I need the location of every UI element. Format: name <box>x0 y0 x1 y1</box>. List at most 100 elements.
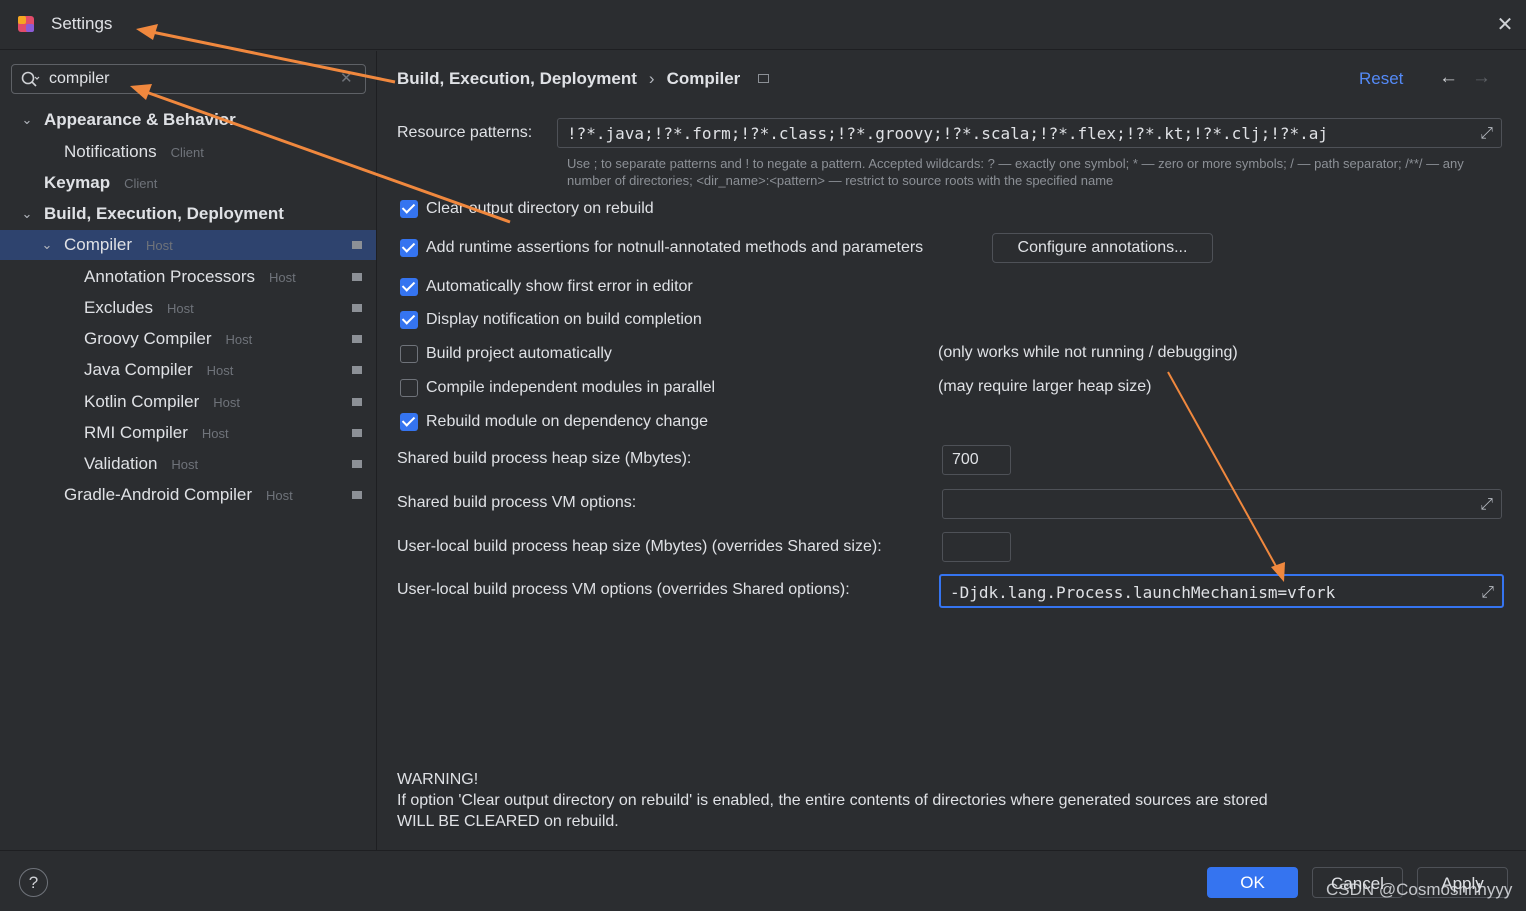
reset-link[interactable]: Reset <box>1359 69 1403 89</box>
warning-title: WARNING! <box>397 771 479 788</box>
project-scope-icon <box>352 398 362 406</box>
breadcrumb-parent[interactable]: Build, Execution, Deployment <box>397 69 637 88</box>
warning-line: If option 'Clear output directory on reb… <box>397 792 1268 809</box>
checkbox-build-auto[interactable] <box>400 345 418 363</box>
checkbox-label: Build project automatically <box>426 345 612 362</box>
project-scope-icon <box>758 74 770 83</box>
resource-patterns-field[interactable]: !?*.java;!?*.form;!?*.class;!?*.groovy;!… <box>557 118 1502 148</box>
sidebar-item-label: Java Compiler <box>84 360 193 379</box>
search-icon <box>21 71 40 87</box>
sidebar-item-gradle-android-compiler[interactable]: Gradle-Android Compiler Host <box>0 480 376 510</box>
checkbox-clear-output[interactable] <box>400 200 418 218</box>
checkbox-notify-build[interactable] <box>400 311 418 329</box>
project-scope-icon <box>352 429 362 437</box>
parallel-note: (may require larger heap size) <box>938 378 1152 395</box>
user-heap-label: User-local build process heap size (Mbyt… <box>397 538 882 555</box>
title-bar: Settings ✕ <box>0 0 1526 50</box>
heap-size-value: 700 <box>952 451 979 468</box>
settings-dialog: Settings ✕ compiler ✕ ⌄ Appearance & Beh… <box>0 0 1526 911</box>
back-arrow-icon[interactable]: ← <box>1439 67 1458 89</box>
breadcrumb-separator: › <box>648 69 655 88</box>
user-heap-field[interactable] <box>942 532 1011 562</box>
forward-arrow-icon[interactable]: → <box>1472 67 1491 89</box>
project-scope-icon <box>352 460 362 468</box>
search-input[interactable]: compiler ✕ <box>11 64 366 94</box>
project-scope-icon <box>352 273 362 281</box>
scope-tag: Client <box>170 145 204 160</box>
sidebar-item-label: Compiler <box>64 235 133 254</box>
chevron-down-icon[interactable]: ⌄ <box>40 230 54 260</box>
search-value: compiler <box>49 70 110 87</box>
sidebar-item-kotlin-compiler[interactable]: Kotlin Compiler Host <box>0 387 376 417</box>
sidebar-item-keymap[interactable]: Keymap Client <box>0 168 376 198</box>
user-vm-options-value: -Djdk.lang.Process.launchMechanism=vfork <box>950 583 1336 602</box>
clear-search-icon[interactable]: ✕ <box>340 69 353 87</box>
checkbox-label: Add runtime assertions for notnull-annot… <box>426 239 924 256</box>
sidebar-item-appearance-behavior[interactable]: ⌄ Appearance & Behavior <box>0 105 376 135</box>
help-icon[interactable]: ? <box>19 868 48 897</box>
checkbox-label: Automatically show first error in editor <box>426 278 693 295</box>
sidebar-item-label: Appearance & Behavior <box>44 110 236 129</box>
checkbox-rebuild-module[interactable] <box>400 413 418 431</box>
sidebar-item-label: Validation <box>84 454 158 473</box>
scope-tag: Client <box>124 176 158 191</box>
sidebar-item-rmi-compiler[interactable]: RMI Compiler Host <box>0 418 376 448</box>
resource-patterns-value: !?*.java;!?*.form;!?*.class;!?*.groovy;!… <box>567 124 1328 143</box>
project-scope-icon <box>352 241 362 249</box>
close-icon[interactable]: ✕ <box>1494 14 1516 36</box>
sidebar-item-label: Notifications <box>64 142 157 161</box>
checkbox-show-first-error[interactable] <box>400 278 418 296</box>
sidebar-item-groovy-compiler[interactable]: Groovy Compiler Host <box>0 324 376 354</box>
resource-patterns-hint: Use ; to separate patterns and ! to nega… <box>567 156 1464 188</box>
build-auto-note: (only works while not running / debuggin… <box>938 344 1238 361</box>
settings-content: Build, Execution, Deployment › Compiler Re… <box>377 51 1526 850</box>
checkbox-label: Display notification on build completion <box>426 311 702 328</box>
sidebar-item-label: Annotation Processors <box>84 267 256 286</box>
heap-size-field[interactable]: 700 <box>942 445 1011 475</box>
settings-sidebar: compiler ✕ ⌄ Appearance & Behavior Notif… <box>0 51 377 850</box>
checkbox-label: Rebuild module on dependency change <box>426 413 708 430</box>
scope-tag: Host <box>146 238 173 253</box>
sidebar-item-label: Groovy Compiler <box>84 329 212 348</box>
sidebar-item-annotation-processors[interactable]: Annotation Processors Host <box>0 262 376 292</box>
warning-line: WILL BE CLEARED on rebuild. <box>397 813 619 830</box>
sidebar-item-label: Excludes <box>84 298 153 317</box>
expand-icon[interactable]: ⤢ <box>1480 125 1493 143</box>
sidebar-item-build-execution-deployment[interactable]: ⌄ Build, Execution, Deployment <box>0 199 376 229</box>
checkbox-runtime-assertions[interactable] <box>400 239 418 257</box>
sidebar-item-label: Keymap <box>44 173 111 192</box>
scope-tag: Host <box>206 363 234 378</box>
sidebar-item-compiler[interactable]: ⌄ Compiler Host <box>0 230 376 260</box>
expand-icon[interactable]: ⤢ <box>1480 496 1493 514</box>
window-title: Settings <box>51 14 113 33</box>
chevron-down-icon[interactable]: ⌄ <box>20 199 34 229</box>
breadcrumb-current: Compiler <box>666 69 741 88</box>
sidebar-item-excludes[interactable]: Excludes Host <box>0 293 376 323</box>
checkbox-parallel[interactable] <box>400 379 418 397</box>
breadcrumb: Build, Execution, Deployment › Compiler <box>397 69 770 89</box>
expand-icon[interactable]: ⤢ <box>1481 584 1494 602</box>
scope-tag: Host <box>266 488 293 503</box>
sidebar-item-label: Build, Execution, Deployment <box>44 204 284 223</box>
chevron-down-icon[interactable]: ⌄ <box>20 105 34 135</box>
sidebar-item-validation[interactable]: Validation Host <box>0 449 376 479</box>
user-vm-options-label: User-local build process VM options (ove… <box>397 581 850 598</box>
sidebar-item-label: Kotlin Compiler <box>84 392 200 411</box>
heap-size-label: Shared build process heap size (Mbytes): <box>397 450 692 467</box>
scope-tag: Host <box>171 457 199 472</box>
ok-button[interactable]: OK <box>1207 867 1298 898</box>
scope-tag: Host <box>225 332 253 347</box>
sidebar-item-java-compiler[interactable]: Java Compiler Host <box>0 355 376 385</box>
app-logo-icon <box>18 16 34 32</box>
project-scope-icon <box>352 304 362 312</box>
vm-options-field[interactable]: ⤢ <box>942 489 1502 519</box>
checkbox-label: Compile independent modules in parallel <box>426 379 716 396</box>
project-scope-icon <box>352 491 362 499</box>
scope-tag: Host <box>213 395 240 410</box>
sidebar-item-notifications[interactable]: Notifications Client <box>0 137 376 167</box>
configure-annotations-button[interactable]: Configure annotations... <box>992 233 1213 263</box>
watermark: CSDN @Cosmoshhhyyy <box>1326 880 1513 899</box>
user-vm-options-field[interactable]: -Djdk.lang.Process.launchMechanism=vfork… <box>939 574 1504 608</box>
project-scope-icon <box>352 366 362 374</box>
sidebar-item-label: RMI Compiler <box>84 423 188 442</box>
